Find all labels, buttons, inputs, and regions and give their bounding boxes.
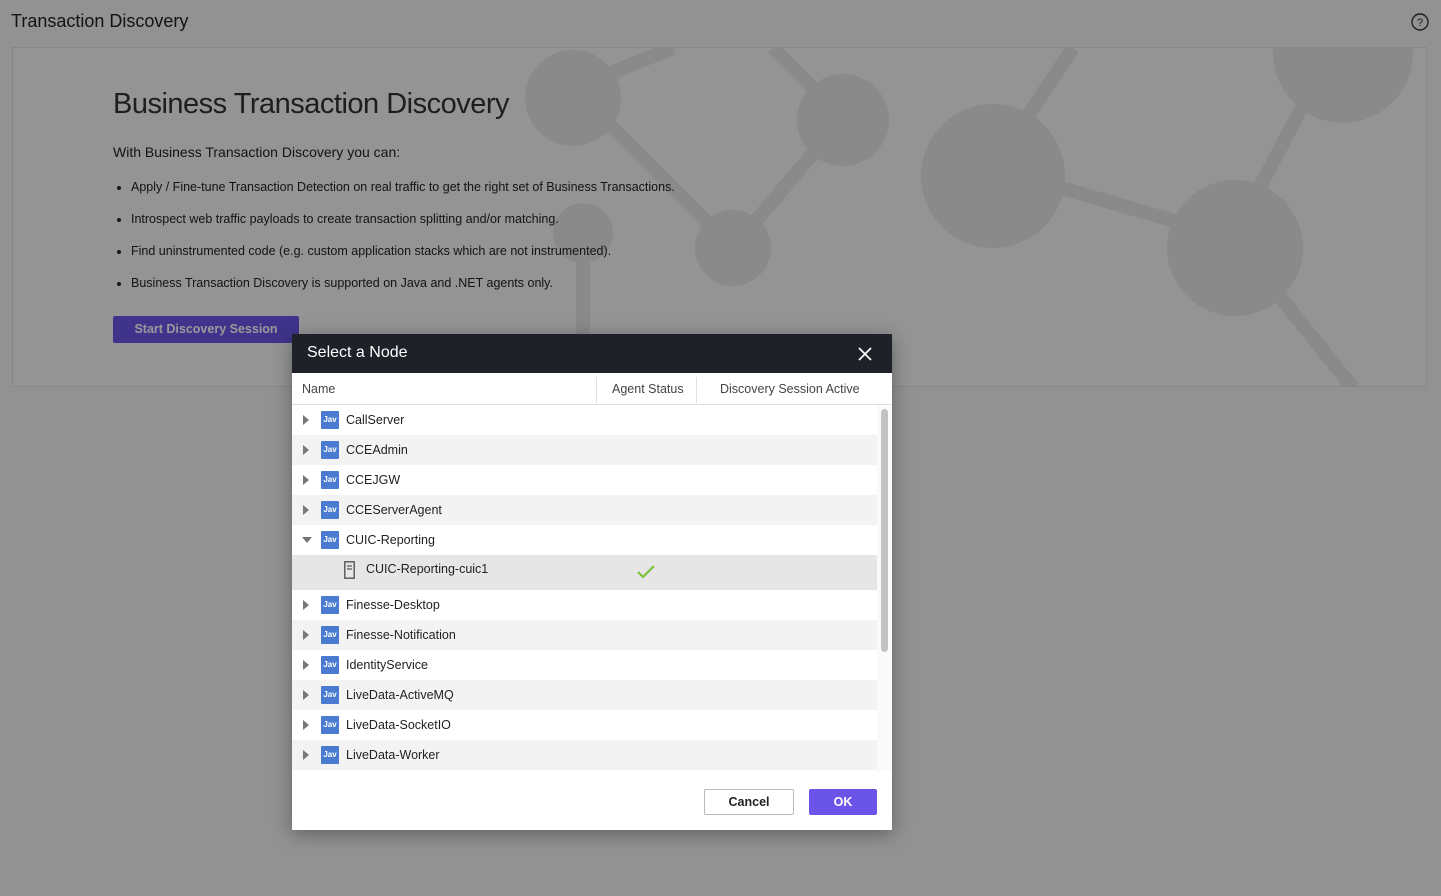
column-header-row: Name Agent Status Discovery Session Acti… — [292, 373, 892, 405]
node-name: CUIC-Reporting-cuic1 — [366, 562, 489, 576]
java-badge-icon: Jav — [321, 531, 339, 549]
expand-arrow-icon[interactable] — [303, 630, 309, 640]
tier-name: LiveData-SocketIO — [346, 718, 451, 732]
tier-name: Finesse-Notification — [346, 628, 456, 642]
java-badge-icon: Jav — [321, 471, 339, 489]
expand-arrow-icon[interactable] — [303, 750, 309, 760]
tier-name: LiveData-ActiveMQ — [346, 688, 454, 702]
tier-name: CUIC-Reporting — [346, 533, 435, 547]
tier-row[interactable]: Jav LiveData-ActiveMQ — [292, 680, 877, 710]
cancel-button[interactable]: Cancel — [704, 789, 794, 815]
node-tree-list: Jav CallServer Jav CCEAdmin Jav CCEJGW J… — [292, 405, 892, 771]
tier-name: CallServer — [346, 413, 405, 427]
ok-button[interactable]: OK — [809, 789, 877, 815]
column-name[interactable]: Name — [302, 382, 335, 396]
check-icon — [637, 565, 655, 579]
expand-arrow-icon[interactable] — [303, 415, 309, 425]
node-row-selected[interactable]: CUIC-Reporting-cuic1 — [292, 555, 877, 590]
list-scrollbar[interactable] — [877, 405, 892, 771]
collapse-arrow-icon[interactable] — [302, 537, 312, 543]
tier-row[interactable]: Jav CCEAdmin — [292, 435, 877, 465]
column-discovery-session-active[interactable]: Discovery Session Active — [720, 382, 860, 396]
tier-row[interactable]: Jav CCEServerAgent — [292, 495, 877, 525]
java-badge-icon: Jav — [321, 441, 339, 459]
dialog-title: Select a Node — [307, 344, 408, 361]
tier-row-expanded[interactable]: Jav CUIC-Reporting — [292, 525, 877, 555]
tier-row[interactable]: Jav CallServer — [292, 405, 877, 435]
expand-arrow-icon[interactable] — [303, 445, 309, 455]
close-icon[interactable] — [857, 346, 873, 362]
tier-row[interactable]: Jav CCEJGW — [292, 465, 877, 495]
select-node-dialog: Select a Node Name Agent Status Discover… — [292, 334, 892, 830]
java-badge-icon: Jav — [321, 746, 339, 764]
tier-name: CCEAdmin — [346, 443, 408, 457]
tier-row[interactable]: Jav Finesse-Notification — [292, 620, 877, 650]
column-divider — [696, 377, 697, 403]
column-agent-status[interactable]: Agent Status — [612, 382, 684, 396]
dialog-header: Select a Node — [292, 334, 892, 373]
server-node-icon — [344, 561, 355, 579]
java-badge-icon: Jav — [321, 411, 339, 429]
scroll-thumb[interactable] — [881, 409, 888, 652]
tier-name: CCEServerAgent — [346, 503, 442, 517]
java-badge-icon: Jav — [321, 596, 339, 614]
java-badge-icon: Jav — [321, 656, 339, 674]
java-badge-icon: Jav — [321, 501, 339, 519]
tier-name: LiveData-Worker — [346, 748, 440, 762]
tier-name: Finesse-Desktop — [346, 598, 440, 612]
expand-arrow-icon[interactable] — [303, 720, 309, 730]
java-badge-icon: Jav — [321, 686, 339, 704]
java-badge-icon: Jav — [321, 716, 339, 734]
column-divider — [596, 377, 597, 403]
tier-name: IdentityService — [346, 658, 428, 672]
expand-arrow-icon[interactable] — [303, 505, 309, 515]
tier-name: CCEJGW — [346, 473, 401, 487]
tier-row[interactable]: Jav Finesse-Desktop — [292, 590, 877, 620]
expand-arrow-icon[interactable] — [303, 600, 309, 610]
expand-arrow-icon[interactable] — [303, 660, 309, 670]
tier-row[interactable]: Jav IdentityService — [292, 650, 877, 680]
tier-row[interactable]: Jav LiveData-SocketIO — [292, 710, 877, 740]
expand-arrow-icon[interactable] — [303, 475, 309, 485]
expand-arrow-icon[interactable] — [303, 690, 309, 700]
java-badge-icon: Jav — [321, 626, 339, 644]
tier-row[interactable]: Jav LiveData-Worker — [292, 740, 877, 770]
